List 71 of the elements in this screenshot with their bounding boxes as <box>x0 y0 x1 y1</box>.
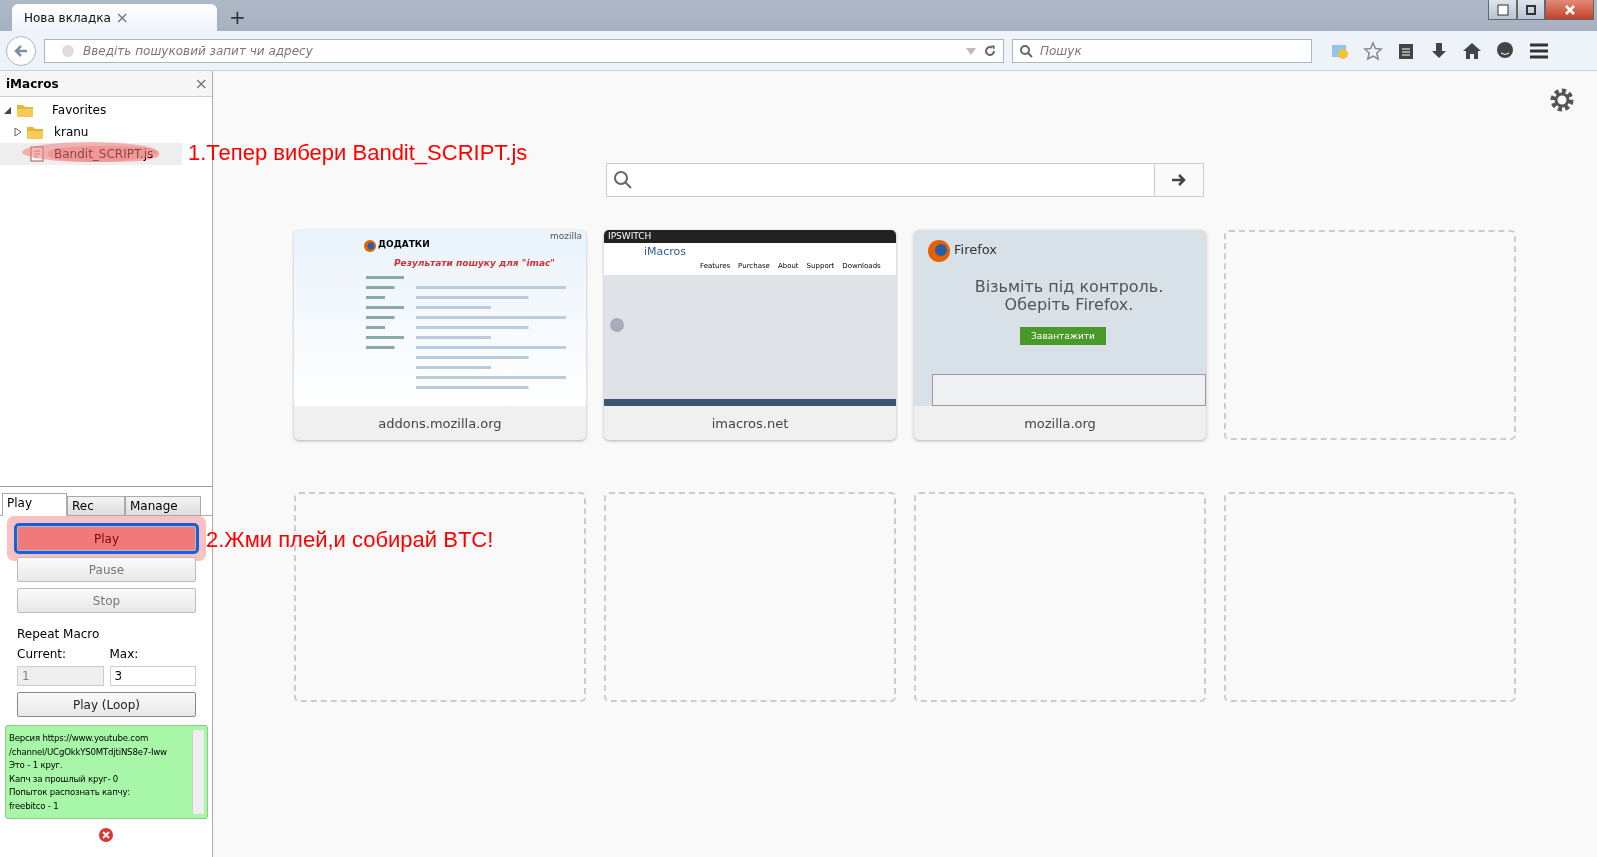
back-button[interactable] <box>6 35 36 66</box>
site-heading: ДОДАТКИ <box>378 239 430 249</box>
close-icon <box>1563 3 1576 16</box>
site-tile[interactable]: ДОДАТКИ mozilla Результати пошуку для "imac" addons.mozilla.org <box>294 230 586 440</box>
search-bar[interactable]: Пошук <box>1012 38 1312 63</box>
site-brand: IPSWITCH <box>608 231 652 241</box>
back-arrow-icon <box>13 42 29 59</box>
empty-tile[interactable] <box>914 492 1206 702</box>
home-icon[interactable] <box>1462 40 1482 61</box>
empty-tile[interactable] <box>604 492 896 702</box>
maximize-icon <box>1525 3 1537 16</box>
site-subheading: Результати пошуку для "imac" <box>394 258 555 268</box>
tile-caption: imacros.net <box>710 414 790 433</box>
tab-close-button[interactable]: × <box>115 8 207 27</box>
log-line: freebitco - 1 <box>9 799 60 813</box>
address-bar[interactable]: Введіть пошуковий запит чи адресу <box>44 38 1004 63</box>
browser-tab[interactable]: Нова вкладка × <box>12 4 217 31</box>
site-tile[interactable]: Firefox Візьміть під контроль. Оберіть Firefox. Завантажити mozilla.org <box>914 230 1206 440</box>
download-button: Завантажити <box>1020 327 1106 345</box>
globe-icon <box>61 43 75 58</box>
search-input[interactable]: Пошук <box>1038 42 1305 59</box>
log-line: Капч за прошлый круг- 0 <box>9 772 120 786</box>
tree-item[interactable]: kranu <box>0 121 212 143</box>
tree-item[interactable]: Favorites <box>0 99 212 121</box>
error-icon[interactable] <box>98 827 114 843</box>
site-subheading: Візьміть під контроль. Оберіть Firefox. <box>974 278 1164 314</box>
tile-caption: addons.mozilla.org <box>377 414 503 433</box>
log-line: Версия https://www.youtube.com <box>9 732 150 745</box>
panel-tab[interactable]: Play <box>2 493 67 516</box>
arrow-right-icon <box>1171 173 1187 187</box>
tile-caption: mozilla.org <box>1023 414 1097 433</box>
reload-icon[interactable] <box>983 43 997 58</box>
site-heading: Firefox <box>954 242 998 257</box>
sidebar-title: iMacros <box>6 76 59 91</box>
panel-tab[interactable]: Manage <box>125 496 201 515</box>
close-button[interactable] <box>1545 0 1594 20</box>
scrollbar[interactable] <box>192 730 204 814</box>
search-go-button[interactable] <box>1154 164 1203 196</box>
annotation-text: 1.Тепер вибери Bandit_SCRIPT.js <box>188 140 528 166</box>
empty-tile[interactable] <box>1224 230 1516 440</box>
log-line: Это - 1 круг. <box>9 759 64 773</box>
settings-gear-icon[interactable] <box>1549 87 1575 113</box>
search-icon <box>613 170 633 190</box>
bookmark-star-icon[interactable] <box>1363 40 1383 61</box>
firefox-logo-icon <box>928 240 950 262</box>
maximize-button[interactable] <box>1517 0 1545 20</box>
field-label: Max: <box>109 647 140 661</box>
minimize-button[interactable] <box>1488 0 1517 20</box>
repeat-label: Repeat Macro <box>17 627 101 641</box>
max-field[interactable]: 3 <box>109 666 196 686</box>
folder-icon <box>26 124 44 140</box>
annotation-text: 2.Жми плей,и собирай BTC! <box>206 527 494 553</box>
sidebar-close-button[interactable]: × <box>194 74 208 93</box>
chat-bubble-icon[interactable] <box>1495 40 1515 61</box>
field-label: Current: <box>17 647 68 661</box>
firefox-logo-icon <box>364 240 376 252</box>
log-line: /channel/UCgOkkYS0MTdjtiNS8e7-Iww <box>9 745 168 759</box>
slider-dot <box>610 318 624 332</box>
dropdown-arrow-icon <box>965 45 977 56</box>
new-tab-button[interactable]: + <box>229 5 246 29</box>
empty-tile[interactable] <box>1224 492 1516 702</box>
macro-button[interactable]: Play <box>17 526 196 551</box>
script-file-icon <box>30 146 44 162</box>
search-icon <box>1019 43 1033 58</box>
panel-tab[interactable]: Rec <box>67 496 125 515</box>
site-heading: iMacros <box>644 245 687 258</box>
address-input[interactable]: Введіть пошуковий запит чи адресу <box>81 42 959 59</box>
loop-button[interactable]: Play (Loop) <box>17 692 196 717</box>
site-brand: mozilla <box>550 231 582 241</box>
log-line: Попыток распознать капчу: <box>9 786 132 800</box>
folder-icon <box>16 102 34 118</box>
